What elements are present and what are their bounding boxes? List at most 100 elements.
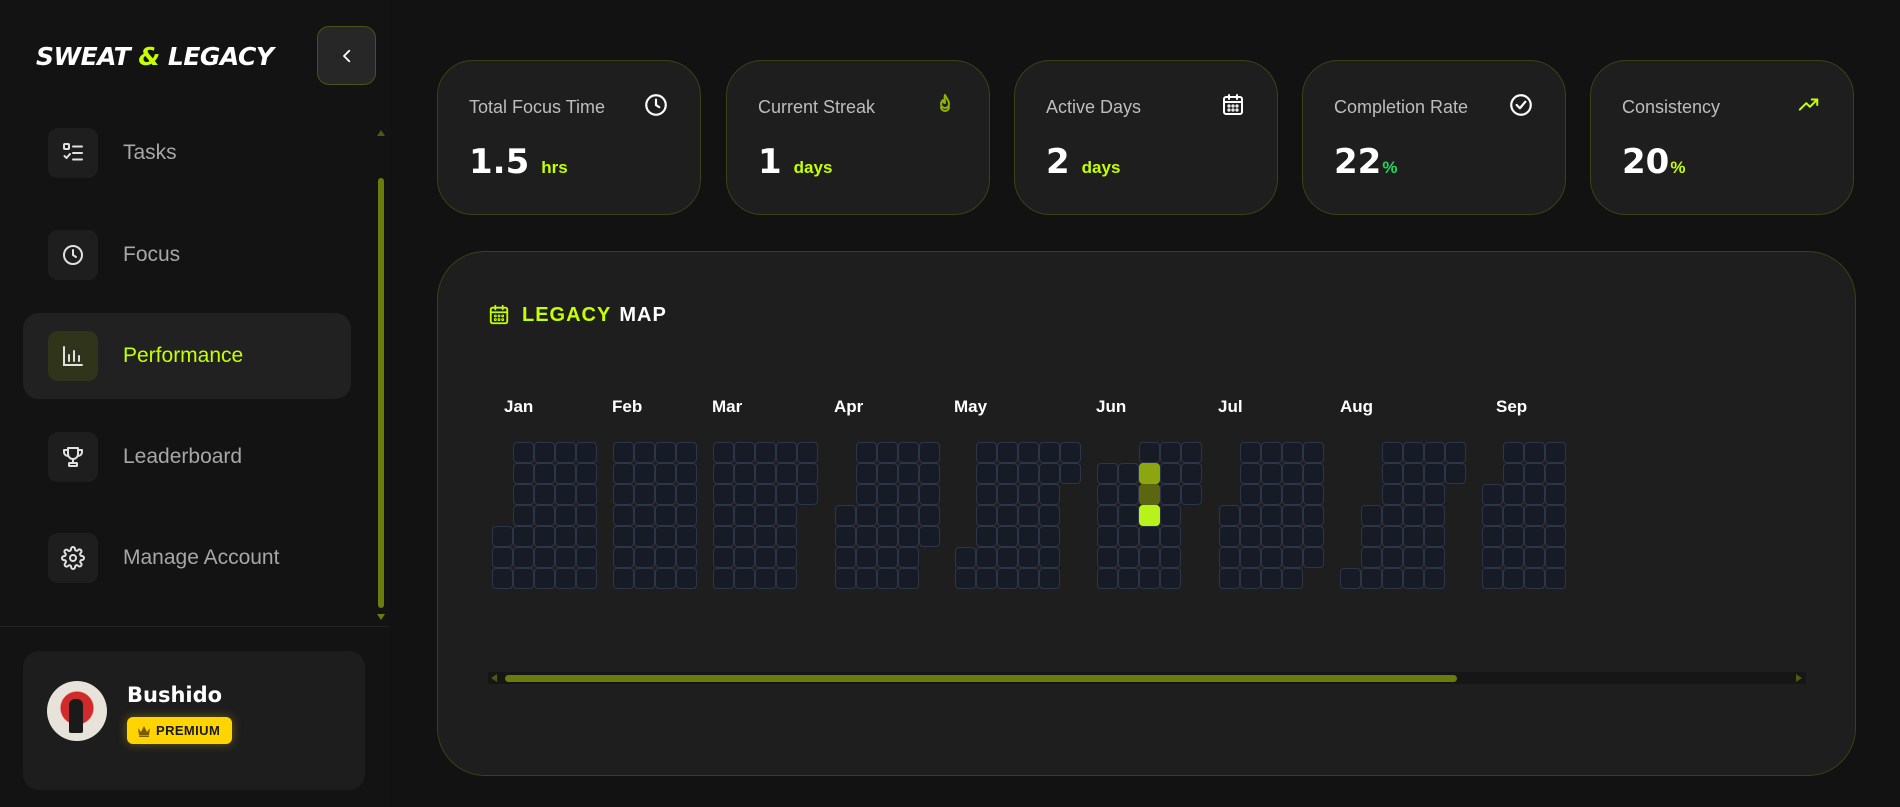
heatmap-day-cell[interactable] (1503, 463, 1524, 484)
heatmap-day-cell[interactable] (1503, 526, 1524, 547)
heatmap-day-cell[interactable] (1139, 442, 1160, 463)
heatmap-day-cell[interactable] (1424, 484, 1445, 505)
heatmap-day-cell[interactable] (1139, 505, 1160, 526)
heatmap-day-cell[interactable] (1424, 568, 1445, 589)
heatmap-day-cell[interactable] (1524, 484, 1545, 505)
heatmap-day-cell[interactable] (776, 547, 797, 568)
heatmap-day-cell[interactable] (1524, 526, 1545, 547)
heatmap-day-cell[interactable] (776, 526, 797, 547)
heatmap-day-cell[interactable] (1118, 526, 1139, 547)
heatmap-day-cell[interactable] (776, 484, 797, 505)
scroll-up-arrow-icon[interactable] (377, 130, 385, 136)
heatmap-day-cell[interactable] (1261, 526, 1282, 547)
heatmap-day-cell[interactable] (1039, 484, 1060, 505)
heatmap-day-cell[interactable] (1382, 484, 1403, 505)
heatmap-day-cell[interactable] (555, 484, 576, 505)
heatmap-day-cell[interactable] (555, 547, 576, 568)
heatmap-day-cell[interactable] (1219, 547, 1240, 568)
heatmap-day-cell[interactable] (1361, 505, 1382, 526)
heatmap-day-cell[interactable] (1403, 568, 1424, 589)
heatmap-day-cell[interactable] (676, 463, 697, 484)
heatmap-day-cell[interactable] (919, 442, 940, 463)
heatmap-day-cell[interactable] (856, 463, 877, 484)
heatmap-day-cell[interactable] (1139, 568, 1160, 589)
heatmap-day-cell[interactable] (513, 442, 534, 463)
heatmap-day-cell[interactable] (1160, 442, 1181, 463)
heatmap-day-cell[interactable] (976, 568, 997, 589)
heatmap-day-cell[interactable] (898, 526, 919, 547)
heatmap-day-cell[interactable] (955, 568, 976, 589)
heatmap-day-cell[interactable] (776, 442, 797, 463)
heatmap-day-cell[interactable] (1139, 547, 1160, 568)
heatmap-day-cell[interactable] (1403, 484, 1424, 505)
heatmap-day-cell[interactable] (655, 547, 676, 568)
heatmap-day-cell[interactable] (1503, 505, 1524, 526)
heatmap-day-cell[interactable] (534, 526, 555, 547)
collapse-sidebar-button[interactable] (317, 26, 376, 85)
heatmap-day-cell[interactable] (734, 442, 755, 463)
heatmap-day-cell[interactable] (1118, 505, 1139, 526)
heatmap-day-cell[interactable] (1545, 463, 1566, 484)
heatmap-day-cell[interactable] (1424, 505, 1445, 526)
heatmap-day-cell[interactable] (1503, 484, 1524, 505)
avatar[interactable] (47, 681, 107, 741)
heatmap-day-cell[interactable] (835, 505, 856, 526)
heatmap-day-cell[interactable] (1361, 568, 1382, 589)
heatmap-day-cell[interactable] (835, 526, 856, 547)
heatmap-day-cell[interactable] (576, 505, 597, 526)
heatmap-day-cell[interactable] (634, 463, 655, 484)
heatmap-day-cell[interactable] (534, 463, 555, 484)
heatmap-day-cell[interactable] (1403, 442, 1424, 463)
heatmap-day-cell[interactable] (1018, 568, 1039, 589)
heatmap-day-cell[interactable] (1424, 547, 1445, 568)
heatmap-day-cell[interactable] (555, 526, 576, 547)
heatmap-day-cell[interactable] (997, 505, 1018, 526)
heatmap-day-cell[interactable] (1424, 463, 1445, 484)
heatmap-day-cell[interactable] (1340, 568, 1361, 589)
heatmap-day-cell[interactable] (1018, 463, 1039, 484)
heatmap-day-cell[interactable] (1282, 547, 1303, 568)
heatmap-day-cell[interactable] (1018, 526, 1039, 547)
heatmap-day-cell[interactable] (1424, 442, 1445, 463)
heatmap-day-cell[interactable] (1261, 547, 1282, 568)
heatmap-day-cell[interactable] (1503, 442, 1524, 463)
sidebar-item-focus[interactable]: Focus (23, 212, 351, 298)
heatmap-day-cell[interactable] (1160, 547, 1181, 568)
heatmap-day-cell[interactable] (655, 526, 676, 547)
heatmap-day-cell[interactable] (755, 568, 776, 589)
heatmap-day-cell[interactable] (1482, 547, 1503, 568)
heatmap-day-cell[interactable] (1282, 442, 1303, 463)
heatmap-day-cell[interactable] (734, 505, 755, 526)
heatmap-day-cell[interactable] (1503, 547, 1524, 568)
heatmap-day-cell[interactable] (1303, 484, 1324, 505)
heatmap-day-cell[interactable] (1240, 547, 1261, 568)
heatmap-day-cell[interactable] (613, 526, 634, 547)
heatmap-day-cell[interactable] (1382, 505, 1403, 526)
heatmap-day-cell[interactable] (1545, 505, 1566, 526)
heatmap-day-cell[interactable] (755, 505, 776, 526)
heatmap-day-cell[interactable] (1039, 442, 1060, 463)
heatmap-day-cell[interactable] (613, 484, 634, 505)
heatmap-day-cell[interactable] (713, 442, 734, 463)
heatmap-day-cell[interactable] (976, 505, 997, 526)
heatmap-day-cell[interactable] (1139, 484, 1160, 505)
heatmap-day-cell[interactable] (1097, 547, 1118, 568)
heatmap-day-cell[interactable] (1545, 442, 1566, 463)
heatmap-day-cell[interactable] (1018, 484, 1039, 505)
heatmap-day-cell[interactable] (513, 547, 534, 568)
heatmap-day-cell[interactable] (534, 505, 555, 526)
heatmap-day-cell[interactable] (1018, 505, 1039, 526)
heatmap-day-cell[interactable] (1282, 505, 1303, 526)
heatmap-day-cell[interactable] (492, 547, 513, 568)
heatmap-day-cell[interactable] (1303, 442, 1324, 463)
heatmap-day-cell[interactable] (776, 568, 797, 589)
heatmap-day-cell[interactable] (676, 547, 697, 568)
heatmap-day-cell[interactable] (856, 505, 877, 526)
heatmap-day-cell[interactable] (1160, 505, 1181, 526)
heatmap-day-cell[interactable] (1039, 505, 1060, 526)
sidebar-scrollbar-thumb[interactable] (378, 178, 384, 608)
heatmap-day-cell[interactable] (655, 442, 676, 463)
heatmap-day-cell[interactable] (1382, 463, 1403, 484)
sidebar-item-tasks[interactable]: Tasks (23, 110, 351, 196)
heatmap-day-cell[interactable] (534, 484, 555, 505)
